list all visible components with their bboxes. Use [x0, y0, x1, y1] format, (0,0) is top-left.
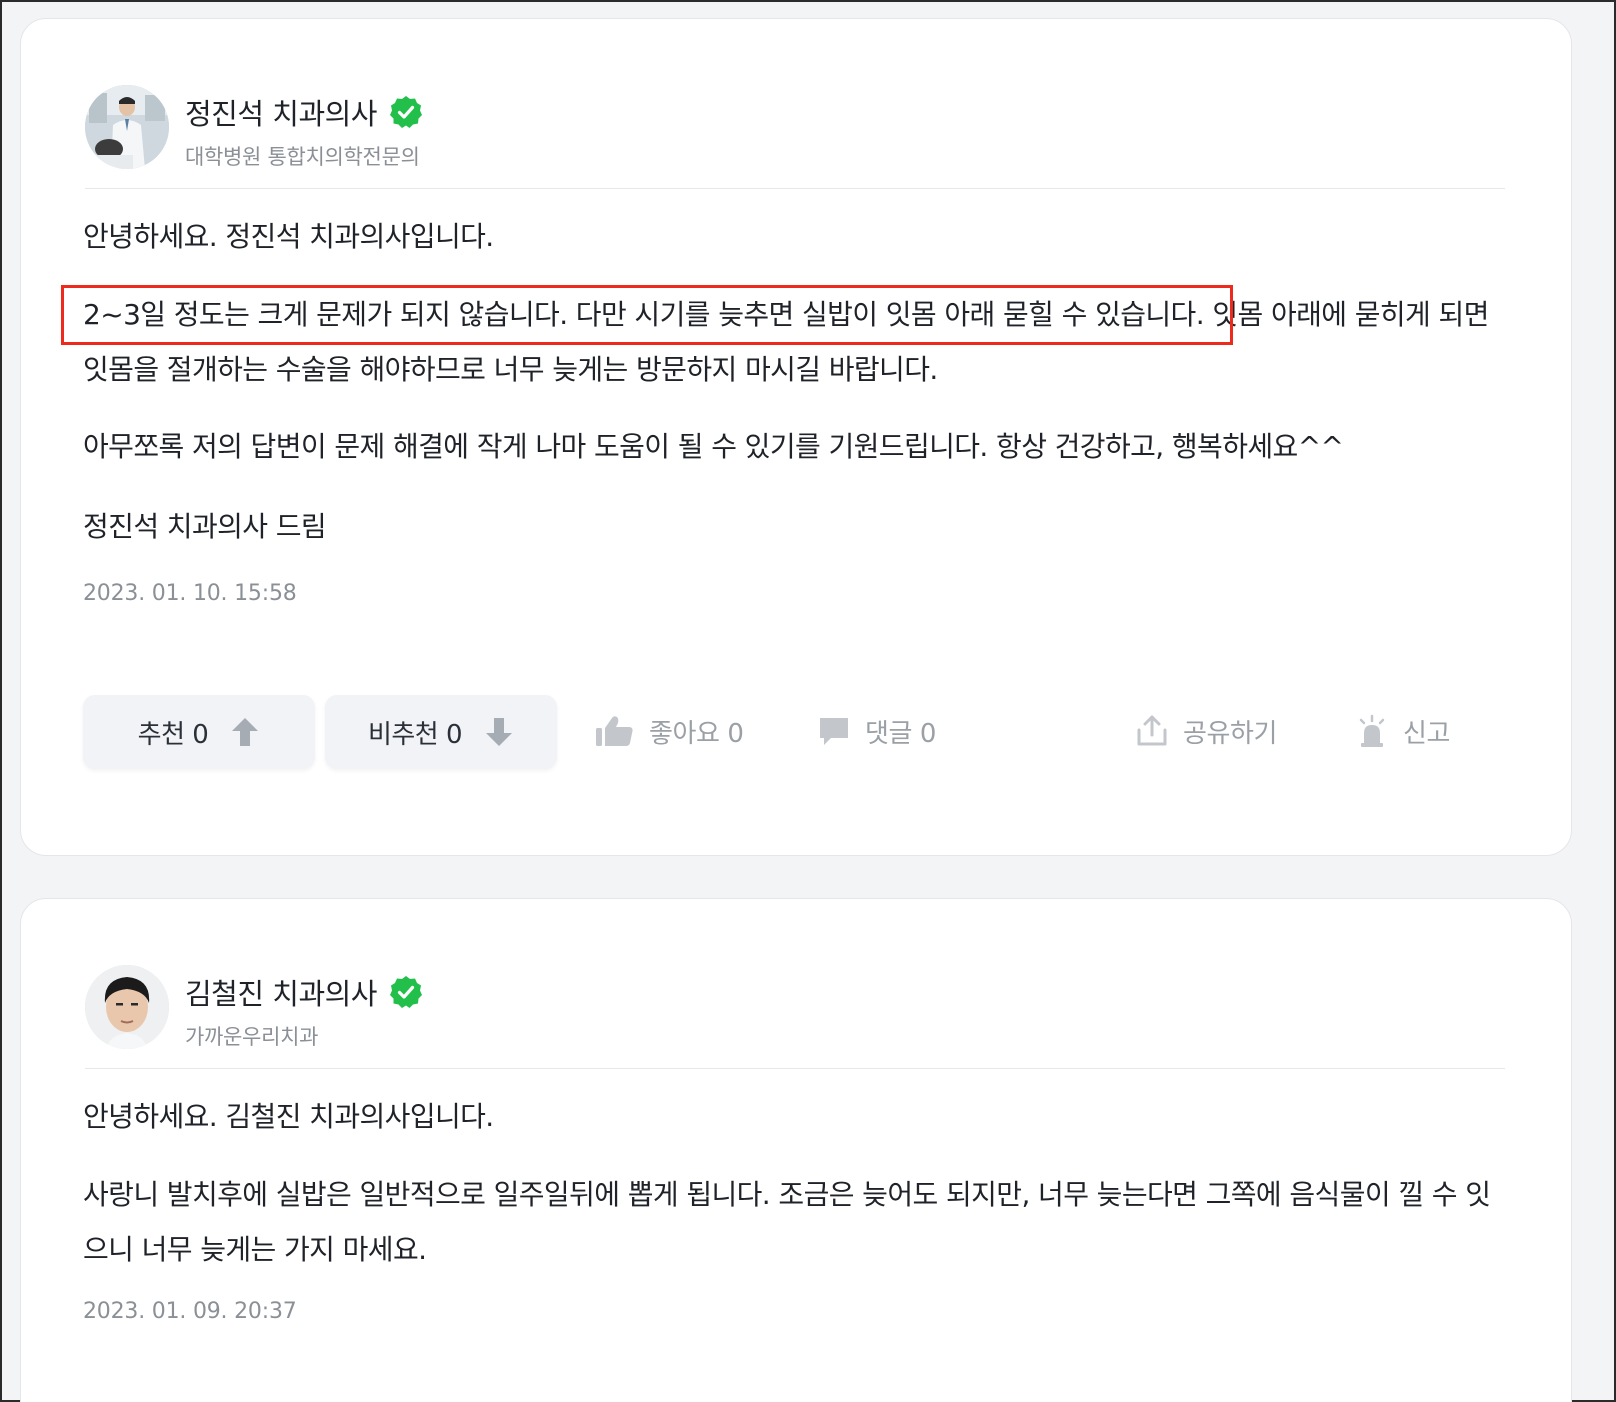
siren-alert-icon [1359, 714, 1385, 747]
author-name[interactable]: 김철진 치과의사 [185, 971, 377, 1013]
header-divider [85, 1068, 1505, 1069]
verified-check-icon [389, 976, 422, 1008]
share-upload-icon [1137, 715, 1167, 746]
downvote-label: 비추천 0 [367, 719, 463, 750]
downvote-button[interactable]: 비추천 0 [325, 695, 557, 769]
answer-greeting: 안녕하세요. 김철진 치과의사입니다. [83, 1100, 494, 1133]
answer-greeting: 안녕하세요. 정진석 치과의사입니다. [83, 220, 494, 253]
doctor-photo-icon [85, 85, 169, 169]
header-divider [85, 188, 1505, 189]
thumbs-up-icon [596, 716, 633, 746]
like-button[interactable]: 좋아요 0 [595, 709, 744, 753]
answer-body-paragraph: 2~3일 정도는 크게 문제가 되지 않습니다. 다만 시기를 늦추면 실밥이 … [83, 298, 1489, 386]
upvote-label: 추천 0 [137, 719, 209, 750]
answer-date: 2023. 01. 10. 15:58 [83, 581, 297, 606]
upvote-button[interactable]: 추천 0 [83, 695, 315, 769]
author-name[interactable]: 정진석 치과의사 [185, 91, 377, 133]
answer-date: 2023. 01. 09. 20:37 [83, 1299, 297, 1324]
author-affiliation: 가까운우리치과 [185, 1025, 319, 1049]
answer-card: 김철진 치과의사 가까운우리치과 안녕하세요. 김철진 치과의사입니다. 사랑니… [20, 898, 1572, 1402]
share-button[interactable]: 공유하기 [1135, 709, 1277, 753]
answer-body-paragraph: 사랑니 발치후에 실밥은 일반적으로 일주일뒤에 뽑게 됩니다. 조금은 늦어도… [83, 1178, 1491, 1266]
report-button[interactable]: 신고 [1355, 709, 1450, 753]
author-avatar[interactable] [85, 85, 169, 169]
comment-button[interactable]: 댓글 0 [817, 709, 936, 753]
comment-label: 댓글 0 [865, 718, 937, 749]
report-label: 신고 [1403, 718, 1451, 749]
doctor-photo-icon [85, 965, 169, 1049]
answer-closing-paragraph: 아무쪼록 저의 답변이 문제 해결에 작게 나마 도움이 될 수 있기를 기원드… [83, 430, 1344, 463]
author-affiliation: 대학병원 통합치의학전문의 [185, 145, 420, 169]
arrow-up-icon [232, 718, 259, 746]
answer-signature: 정진석 치과의사 드림 [83, 510, 327, 543]
verified-check-icon [389, 96, 422, 128]
answer-card: 정진석 치과의사 대학병원 통합치의학전문의 안녕하세요. 정진석 치과의사입니… [20, 18, 1572, 856]
share-label: 공유하기 [1183, 718, 1278, 749]
comment-bubble-icon [820, 718, 848, 745]
author-header: 정진석 치과의사 대학병원 통합치의학전문의 [85, 85, 1495, 171]
author-header: 김철진 치과의사 가까운우리치과 [85, 965, 1495, 1051]
author-avatar[interactable] [85, 965, 169, 1049]
arrow-down-icon [486, 718, 513, 746]
like-label: 좋아요 0 [649, 718, 744, 749]
